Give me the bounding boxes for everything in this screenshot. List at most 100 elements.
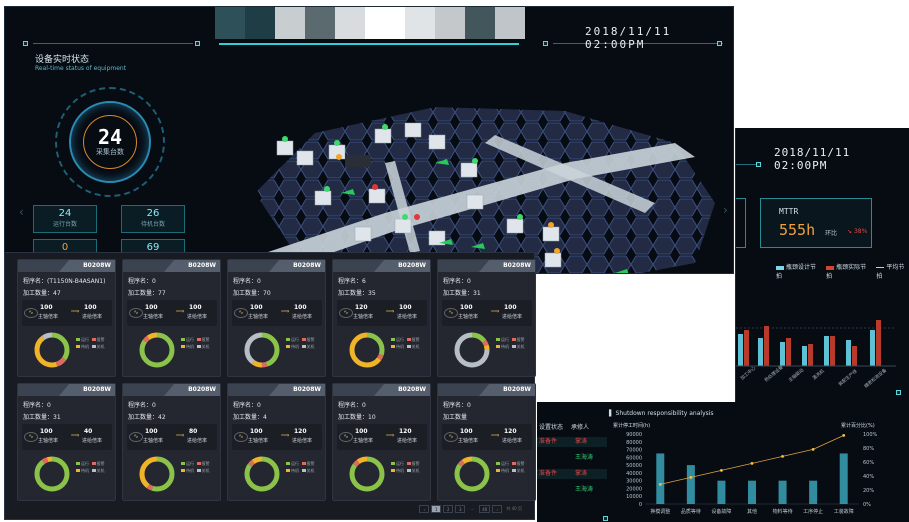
card-header: B0208W [123, 384, 220, 396]
rate-value: 80 [189, 428, 198, 435]
x-tick-label: 品质等待 [681, 508, 701, 515]
machine[interactable] [506, 218, 524, 234]
legend-item: 平均节拍 [876, 262, 909, 280]
bar-actual [764, 326, 769, 366]
table-row[interactable]: 准备件 掌涛 [537, 469, 607, 479]
machine[interactable] [466, 194, 484, 210]
device-card[interactable]: B0208W 程序名：(T1150N-B4ASAN1) 加工数量：47 ∿ 100 主轴倍… [17, 259, 116, 377]
status-donut-chart [349, 456, 385, 492]
status-legend: 运行 报警 待机 关机 [181, 336, 221, 350]
legend-swatch [406, 338, 411, 341]
device-code: B0208W [374, 260, 430, 272]
machine[interactable] [460, 162, 478, 178]
feed-rate: ⟹ 100 进给倍率 [486, 304, 530, 322]
next-page-button[interactable]: › [492, 505, 503, 513]
device-card[interactable]: B0208W 程序名：0 加工数量：31 ∿ 100 主轴倍率 ⟹ 40 进给倍率 运行 报警 待机… [17, 383, 116, 501]
mttr-value: 555h [779, 221, 816, 239]
spindle-rate: ∿ 100 主轴倍率 [127, 428, 171, 446]
machine[interactable] [428, 134, 446, 150]
machine[interactable] [394, 218, 412, 234]
rate-value: 120 [399, 428, 412, 435]
device-card[interactable]: B0208W 程序名：0 加工数量：31 ∿ 100 主轴倍率 ⟹ 100 进给倍率 运行 报警待… [437, 259, 536, 377]
legend-label: 关机 [96, 344, 105, 349]
status-light [472, 158, 478, 164]
device-code: B0208W [374, 384, 430, 396]
bar-actual [852, 346, 857, 366]
device-code: B0208W [164, 260, 220, 272]
spindle-rate: ∿ 100 主轴倍率 [232, 428, 276, 446]
prev-page-button[interactable]: ‹ [419, 505, 430, 513]
device-card[interactable]: B0208W 程序名：0 加工数量：70 ∿ 100 主轴倍率 ⟹ 100 进给倍率 运行 报警待… [227, 259, 326, 377]
wave-icon: ∿ [444, 308, 458, 318]
table-row[interactable]: 准备件 掌涛 [537, 437, 607, 447]
machine[interactable] [404, 122, 422, 138]
mttr-card: MTTR 555h 环比 ↘ 38% [760, 198, 872, 248]
device-card[interactable]: B0208W 程序名：0 加工数量 ∿ 100 主轴倍率 ⟹ 120 进给倍率 运行 报警 待机 关… [437, 383, 536, 501]
machine[interactable] [276, 140, 294, 156]
legend-label: 报警 [201, 337, 210, 342]
machine[interactable] [368, 188, 386, 204]
legend-label: 报警 [411, 337, 420, 342]
legend-row: 待机 关机 [181, 467, 221, 474]
device-code: B0208W [269, 260, 325, 272]
bar-design [870, 330, 875, 366]
rate-label: 主轴倍率 [458, 438, 479, 444]
table-row[interactable]: 王海涛 [537, 453, 607, 463]
page-button[interactable]: 2 [443, 505, 454, 513]
corner-marker [195, 41, 200, 46]
left-axis-label: 累计停工时间(h) [613, 423, 651, 429]
device-card[interactable]: B0208W 程序名：6 加工数量：35 ∿ 120 主轴倍率 ⟹ 100 进给倍率 运行 报警待… [332, 259, 431, 377]
legend-label: 运行 [186, 337, 194, 342]
process-quantity: 加工数量 [443, 414, 468, 421]
device-card[interactable]: B0208W 程序名：0 加工数量：77 ∿ 100 主轴倍率 ⟹ 100 进给倍率 运行 报警待… [122, 259, 221, 377]
pagination: ‹ 1 2 3 ... 40 › 共 40 页 [419, 505, 524, 513]
legend-label: 关机 [516, 344, 525, 349]
legend-swatch [196, 345, 201, 348]
legend-label: 待机 [396, 468, 404, 473]
machine[interactable] [544, 252, 562, 268]
status-donut-chart [34, 456, 70, 492]
legend-swatch [511, 462, 516, 465]
machine[interactable] [354, 226, 372, 242]
machine[interactable] [314, 190, 332, 206]
machine[interactable] [374, 128, 392, 144]
legend-label: 关机 [516, 468, 525, 473]
rate-value: 100 [145, 304, 158, 311]
pareto-bar [656, 453, 665, 504]
status-donut-chart [244, 332, 280, 368]
legend-swatch [91, 462, 96, 465]
rate-label: 进给倍率 [292, 438, 313, 444]
status-legend: 运行 报警 待机 关机 [286, 336, 326, 350]
page-button[interactable]: 40 [479, 505, 491, 513]
legend-label: 关机 [201, 468, 210, 473]
bar-design [824, 336, 829, 366]
rate-value: 100 [40, 304, 53, 311]
rate-value: 120 [504, 428, 517, 435]
rate-label: 进给倍率 [502, 314, 523, 320]
rate-label: 进给倍率 [187, 438, 208, 444]
machine[interactable] [296, 150, 314, 166]
title-decoration [219, 7, 519, 45]
bar-design [780, 342, 785, 366]
table-row[interactable]: 王海涛 [537, 485, 607, 495]
rate-label: 进给倍率 [502, 438, 523, 444]
device-card[interactable]: B0208W 程序名：0 加工数量：4 ∿ 100 主轴倍率 ⟹ 120 进给倍率 运行 报警 待机… [227, 383, 326, 501]
machine[interactable] [542, 226, 560, 242]
rate-label: 主轴倍率 [143, 438, 164, 444]
arrow-right-icon: ⟹ [175, 308, 185, 315]
legend-swatch [301, 345, 306, 348]
status-light [382, 124, 388, 130]
pareto-bar [778, 480, 787, 504]
device-card[interactable]: B0208W 程序名：0 加工数量：10 ∿ 100 主轴倍率 ⟹ 120 进给倍率 运行 报警待… [332, 383, 431, 501]
x-tick-label: 其他 [747, 508, 757, 515]
device-card[interactable]: B0208W 程序名：0 加工数量：42 ∿ 100 主轴倍率 ⟹ 80 进给倍率 运行 报警 待机… [122, 383, 221, 501]
stat-value: 24 [58, 208, 72, 219]
legend-item: 瓶颈设计节拍 [776, 262, 820, 280]
legend-swatch [91, 469, 96, 472]
page-button[interactable]: 1 [431, 505, 442, 513]
program-name: 程序名：0 [23, 402, 51, 409]
bar-actual [830, 336, 835, 366]
carousel-prev-icon[interactable]: ‹ [19, 205, 24, 219]
page-button[interactable]: 3 [455, 505, 466, 513]
device-code: B0208W [164, 384, 220, 396]
